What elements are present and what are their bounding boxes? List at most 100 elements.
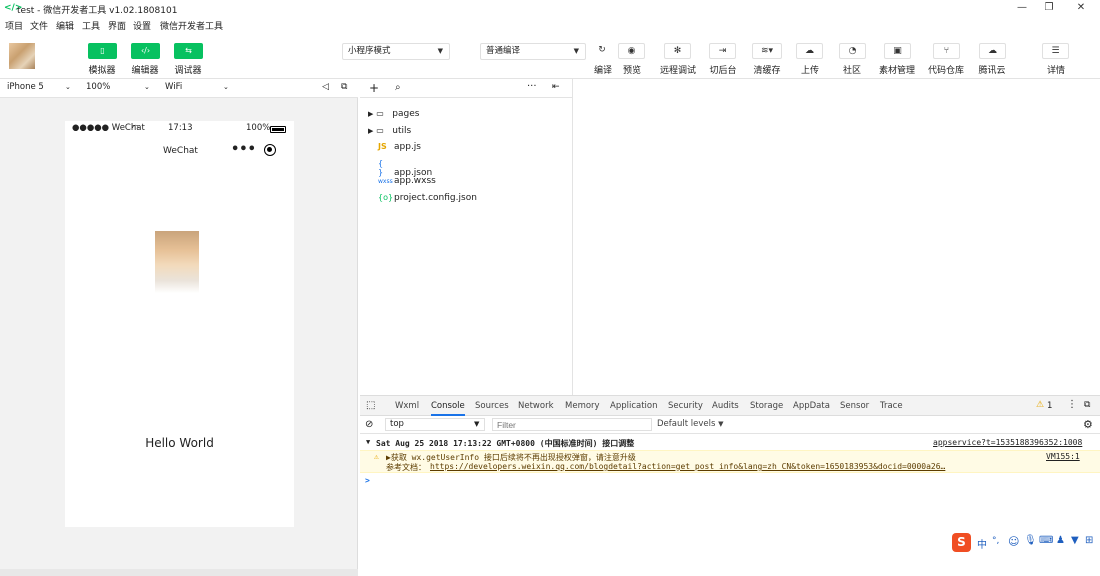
nav-title: WeChat xyxy=(163,146,198,156)
tab-sensor[interactable]: Sensor xyxy=(840,401,869,411)
battery-icon xyxy=(270,126,286,133)
simulator-toggle-button[interactable]: ▯ xyxy=(88,43,117,59)
compile-select[interactable]: 普通编译 ▼ xyxy=(480,43,586,60)
close-capsule-icon[interactable] xyxy=(264,144,276,156)
tree-item-app-js[interactable]: JS app.js xyxy=(378,142,421,152)
menu-item-tools[interactable]: 工具 xyxy=(82,19,100,32)
ime-grid-icon[interactable]: ⊞ xyxy=(1085,535,1093,546)
ime-skin-icon[interactable]: ▼ xyxy=(1071,535,1079,546)
ime-chinese-mode[interactable]: 中 xyxy=(977,536,987,551)
console-filter-input[interactable] xyxy=(492,418,652,431)
hello-text: Hello World xyxy=(145,436,214,450)
menu-item-edit[interactable]: 编辑 xyxy=(56,19,74,32)
device-select[interactable]: iPhone 5 ⌄ xyxy=(7,82,73,92)
tab-memory[interactable]: Memory xyxy=(565,401,600,411)
settings-gear-icon[interactable]: ⚙ xyxy=(1083,418,1093,431)
remote-debug-button[interactable]: ✻ xyxy=(664,43,691,59)
tab-wxml[interactable]: Wxml xyxy=(395,401,419,411)
refresh-icon: ↻ xyxy=(598,45,606,55)
tab-security[interactable]: Security xyxy=(668,401,703,411)
background-button[interactable]: ⇥ xyxy=(709,43,736,59)
js-file-icon: JS xyxy=(378,142,387,151)
eye-icon: ◉ xyxy=(627,46,636,56)
media-button[interactable]: ▣ xyxy=(884,43,911,59)
debugger-label: 调试器 xyxy=(174,66,202,76)
tab-application[interactable]: Application xyxy=(610,401,658,411)
prompt-chevron-icon: > xyxy=(365,476,370,485)
ime-emoji-icon[interactable]: ☺ xyxy=(1008,535,1019,548)
zoom-select[interactable]: 100% ⌄ xyxy=(86,82,152,92)
ime-punct-icon[interactable]: °, xyxy=(992,536,999,546)
user-avatar-image xyxy=(155,231,199,293)
collapse-panel-icon[interactable]: ⇤ xyxy=(552,82,560,92)
preview-button[interactable]: ◉ xyxy=(618,43,645,59)
menu-item-settings[interactable]: 设置 xyxy=(133,19,151,32)
warning-icon: ⚠ xyxy=(374,452,379,461)
debugger-toggle-button[interactable]: ⇆ xyxy=(174,43,203,59)
tree-item-project-config[interactable]: {o}project.config.json xyxy=(378,193,477,203)
add-icon[interactable]: + xyxy=(369,81,379,95)
menu-item-project[interactable]: 项目 xyxy=(5,19,23,32)
ime-keyboard-icon[interactable]: ⌨ xyxy=(1039,535,1053,546)
warning-icon[interactable]: ⚠ xyxy=(1036,400,1044,410)
context-select[interactable]: top ▼ xyxy=(385,418,485,431)
undock-icon[interactable]: ⧉ xyxy=(1084,400,1090,410)
avatar[interactable] xyxy=(9,43,35,69)
more-horizontal-icon[interactable]: ··· xyxy=(527,81,537,92)
battery-percent: 100% xyxy=(246,123,271,133)
log-source-link[interactable]: appservice?t=1535188396352:1008 xyxy=(933,438,1082,447)
log-levels-select[interactable]: Default levels ▼ xyxy=(657,419,724,429)
minimize-icon[interactable]: — xyxy=(1015,2,1029,14)
log-group-title: Sat Aug 25 2018 17:13:22 GMT+0800 (中国标准时… xyxy=(376,439,635,448)
tree-item-app-wxss[interactable]: wxssapp.wxss xyxy=(378,176,436,186)
git-label: 代码仓库 xyxy=(927,66,964,76)
tab-trace[interactable]: Trace xyxy=(880,401,903,411)
community-button[interactable]: ◔ xyxy=(839,43,866,59)
tab-appdata[interactable]: AppData xyxy=(793,401,830,411)
restore-icon[interactable]: ❐ xyxy=(1042,2,1056,14)
editor-area[interactable] xyxy=(574,79,1100,395)
popout-icon[interactable]: ⧉ xyxy=(341,82,347,92)
compile-button[interactable]: ↻ xyxy=(589,43,615,59)
network-select[interactable]: WiFi ⌄ xyxy=(165,82,231,92)
more-icon[interactable]: ••• xyxy=(231,142,256,157)
upload-button[interactable]: ☁ xyxy=(796,43,823,59)
volume-icon[interactable]: ◁ xyxy=(322,82,329,92)
search-icon[interactable]: ⌕ xyxy=(395,82,401,93)
tencent-cloud-button[interactable]: ☁ xyxy=(979,43,1006,59)
tree-item-label: utils xyxy=(392,126,412,136)
devtools-tabbar: ⬚ Wxml Console Sources Network Memory Ap… xyxy=(360,396,1100,416)
editor-toggle-button[interactable]: ‹/› xyxy=(131,43,160,59)
mode-select[interactable]: 小程序模式 ▼ xyxy=(342,43,450,60)
caret-down-icon: ▼ xyxy=(718,420,724,428)
console-log-group[interactable]: ▼ Sat Aug 25 2018 17:13:22 GMT+0800 (中国标… xyxy=(360,437,1100,450)
tab-console[interactable]: Console xyxy=(431,401,465,416)
console-prompt[interactable]: > xyxy=(360,476,1100,488)
menu-item-view[interactable]: 界面 xyxy=(108,19,126,32)
warning-source-link[interactable]: VM155:1 xyxy=(1046,452,1080,461)
menu-item-file[interactable]: 文件 xyxy=(30,19,48,32)
tab-sources[interactable]: Sources xyxy=(475,401,509,411)
console-warning-entry[interactable]: ⚠ ▶获取 wx.getUserInfo 接口后续将不再出现授权弹窗，请注意升级… xyxy=(360,450,1100,473)
clear-console-icon[interactable]: ⊘ xyxy=(365,419,373,430)
inspect-icon[interactable]: ⬚ xyxy=(366,400,375,411)
tab-audits[interactable]: Audits xyxy=(712,401,739,411)
warning-doc-link[interactable]: https://developers.weixin.qq.com/blogdet… xyxy=(430,462,945,471)
git-button[interactable]: ⑂ xyxy=(933,43,960,59)
close-icon[interactable]: ✕ xyxy=(1074,2,1088,14)
menu-bar: 项目 文件 编辑 工具 界面 设置 微信开发者工具 xyxy=(0,17,1100,33)
tab-storage[interactable]: Storage xyxy=(750,401,783,411)
tree-item-pages[interactable]: ▶ ▭ pages xyxy=(368,109,419,119)
media-icon: ▣ xyxy=(893,46,902,56)
menu-item-devtools[interactable]: 微信开发者工具 xyxy=(160,19,223,32)
tree-item-utils[interactable]: ▶ ▭ utils xyxy=(368,126,411,136)
clear-cache-button[interactable]: ≋▾ xyxy=(752,43,782,59)
toolbar: ▯ 模拟器 ‹/› 编辑器 ⇆ 调试器 小程序模式 ▼ 普通编译 ▼ ↻ 编译 … xyxy=(0,33,1100,79)
ime-user-icon[interactable]: ♟ xyxy=(1056,535,1065,546)
tab-network[interactable]: Network xyxy=(518,401,554,411)
sogou-logo-icon[interactable]: S xyxy=(952,533,971,552)
kebab-menu-icon[interactable]: ⋮ xyxy=(1067,399,1077,410)
ime-voice-icon[interactable]: 🎙 xyxy=(1024,535,1037,546)
details-button[interactable]: ☰ xyxy=(1042,43,1069,59)
phone-screen[interactable]: ●●●●● WeChat ◠ 17:13 100% WeChat ••• Hel… xyxy=(65,121,294,527)
